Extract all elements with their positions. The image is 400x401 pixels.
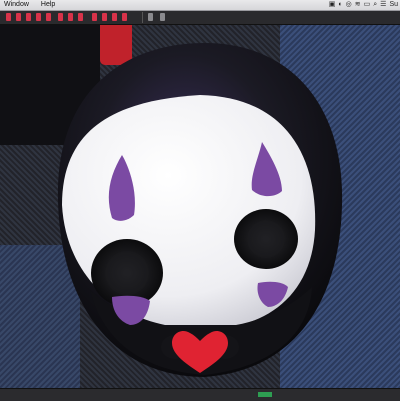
status-icon-2[interactable]: ◐	[338, 0, 342, 10]
top-menu-bar: Window Help ▣ ◐ ◎ ≋ ▭ ⌕ ☰ Su	[0, 0, 400, 11]
toolbar-button-1[interactable]	[6, 13, 11, 21]
toolbar-button-13[interactable]	[148, 13, 153, 21]
toolbar-button-6[interactable]	[58, 13, 63, 21]
toolbar-button-3[interactable]	[26, 13, 31, 21]
status-text: Su	[389, 1, 398, 8]
toolbar-button-4[interactable]	[36, 13, 41, 21]
control-center-icon[interactable]: ☰	[380, 0, 386, 10]
status-icon-1[interactable]: ▣	[329, 0, 336, 10]
toolbar-button-9[interactable]	[92, 13, 97, 21]
toolbar-button-5[interactable]	[46, 13, 51, 21]
toolbar-button-12[interactable]	[122, 13, 127, 21]
toolbar-button-10[interactable]	[102, 13, 107, 21]
menu-window[interactable]: Window	[0, 0, 35, 10]
toolbar-button-7[interactable]	[68, 13, 73, 21]
status-indicator	[258, 392, 272, 397]
toolbar-button-14[interactable]	[160, 13, 165, 21]
toolbar-button-2[interactable]	[16, 13, 21, 21]
toolbar-button-11[interactable]	[112, 13, 117, 21]
menu-help[interactable]: Help	[35, 0, 61, 10]
status-icon-3[interactable]: ◎	[346, 0, 352, 10]
search-icon[interactable]: ⌕	[373, 0, 377, 10]
wifi-icon[interactable]: ≋	[355, 0, 361, 10]
battery-icon[interactable]: ▭	[364, 0, 371, 10]
bottom-status-bar	[0, 388, 400, 401]
status-icons: ▣ ◐ ◎ ≋ ▭ ⌕ ☰ Su	[329, 0, 398, 10]
image-viewport[interactable]	[0, 25, 400, 388]
app-toolbar	[0, 11, 400, 25]
mask-model	[57, 43, 343, 377]
toolbar-button-8[interactable]	[78, 13, 83, 21]
toolbar-separator	[142, 12, 143, 23]
